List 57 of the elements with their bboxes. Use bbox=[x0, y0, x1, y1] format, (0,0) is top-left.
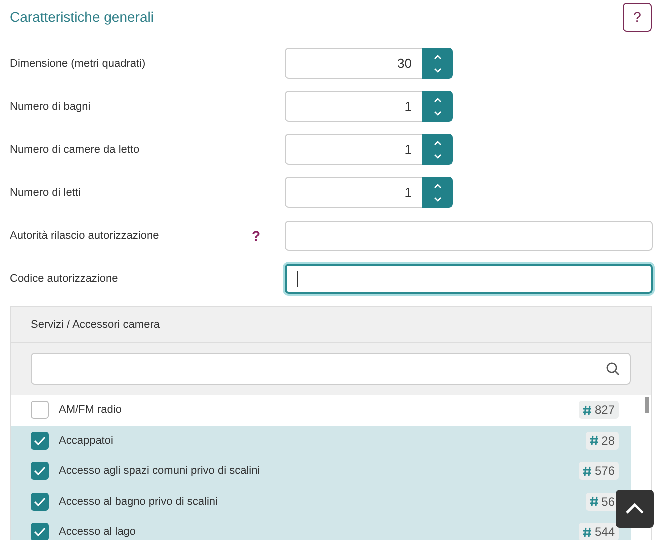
list-item[interactable]: Accesso al bagno privo di scalini 56 bbox=[11, 486, 631, 517]
field-label: Numero di letti bbox=[10, 186, 82, 198]
item-label: Accappatoi bbox=[59, 434, 114, 447]
number-field[interactable]: 1 bbox=[285, 91, 422, 122]
scroll-to-top-button[interactable] bbox=[616, 490, 654, 528]
checkbox[interactable] bbox=[31, 432, 49, 450]
item-label: Accesso agli spazi comuni privo di scalini bbox=[59, 465, 262, 478]
number-field[interactable]: 1 bbox=[285, 177, 422, 208]
checkmark-icon bbox=[34, 527, 46, 538]
spinner-buttons[interactable] bbox=[422, 91, 453, 122]
list-item[interactable]: AM/FM radio 827 bbox=[11, 395, 631, 426]
checkbox[interactable] bbox=[31, 492, 49, 511]
search-field[interactable] bbox=[31, 353, 631, 385]
spinner-buttons[interactable] bbox=[422, 48, 453, 79]
field-label: Numero di bagni bbox=[10, 100, 92, 112]
field-label: Dimensione (metri quadrati) bbox=[10, 58, 147, 70]
count-text: 28 bbox=[602, 434, 615, 448]
hash-icon bbox=[590, 435, 599, 446]
search-icon bbox=[606, 362, 620, 376]
hash-icon bbox=[582, 526, 592, 538]
panel-title: Servizi / Accessori camera bbox=[31, 318, 160, 330]
help-hint[interactable]: ? bbox=[252, 228, 261, 244]
spinner-buttons[interactable] bbox=[422, 177, 453, 208]
checkmark-icon bbox=[34, 496, 46, 507]
item-label: AM/FM radio bbox=[59, 404, 123, 416]
up-down-chevrons-icon bbox=[432, 138, 442, 160]
field-label: Numero di camere da letto bbox=[10, 144, 141, 156]
field-label: Autorità rilascio autorizzazione bbox=[10, 230, 160, 242]
section-title: Caratteristiche generali bbox=[10, 9, 154, 25]
hash-icon bbox=[582, 466, 592, 477]
list-item[interactable]: Accesso agli spazi comuni privo di scalini 576 bbox=[11, 456, 631, 486]
checkmark-icon bbox=[34, 466, 46, 476]
list-item[interactable]: Accesso al lago 544 bbox=[11, 517, 631, 540]
text-field[interactable] bbox=[285, 220, 653, 250]
checkbox[interactable] bbox=[31, 462, 49, 480]
number-field[interactable]: 30 bbox=[285, 48, 422, 79]
count-text: 827 bbox=[594, 403, 615, 418]
field-label: Codice autorizzazione bbox=[10, 272, 120, 284]
item-label: Accesso al bagno privo di scalini bbox=[59, 496, 219, 508]
help-button[interactable]: ? bbox=[623, 2, 652, 32]
up-down-chevrons-icon bbox=[432, 182, 442, 204]
number-field[interactable]: 1 bbox=[285, 134, 422, 165]
hash-icon bbox=[590, 496, 599, 508]
list-item[interactable]: Accappatoi 28 bbox=[11, 426, 631, 456]
checkbox[interactable] bbox=[31, 523, 49, 540]
checkmark-icon bbox=[34, 436, 46, 446]
count-text: 56 bbox=[602, 494, 615, 509]
hash-icon bbox=[582, 404, 592, 416]
text-field[interactable] bbox=[285, 264, 653, 294]
item-label: Accesso al lago bbox=[59, 526, 138, 538]
count-text: 576 bbox=[594, 464, 615, 478]
chevron-up-icon bbox=[625, 503, 645, 515]
count-text: 544 bbox=[594, 525, 615, 540]
up-down-chevrons-icon bbox=[432, 52, 442, 74]
spinner-buttons[interactable] bbox=[422, 134, 453, 165]
checkbox[interactable] bbox=[31, 401, 49, 420]
up-down-chevrons-icon bbox=[432, 96, 442, 118]
